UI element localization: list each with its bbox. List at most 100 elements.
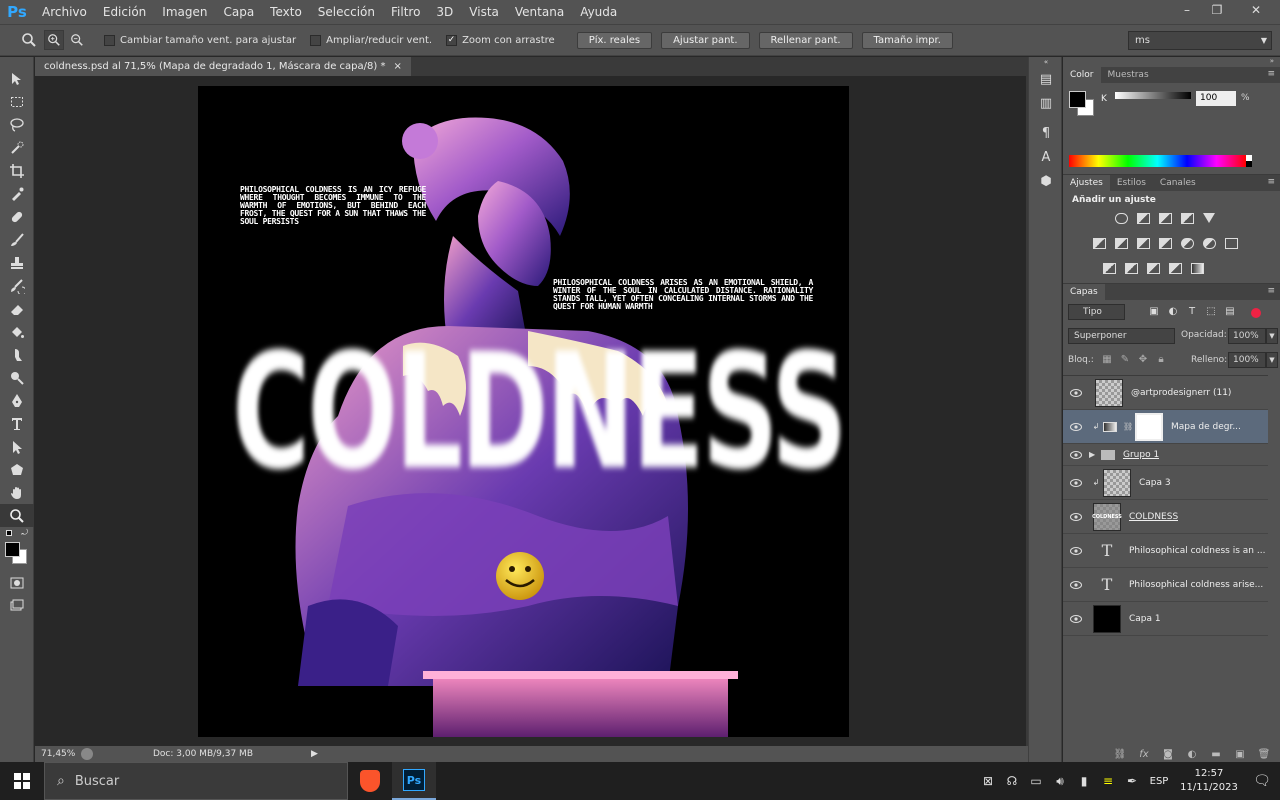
history-panel-icon[interactable]: ▤	[1029, 67, 1063, 91]
marquee-tool-icon[interactable]	[0, 90, 34, 113]
panel-menu-icon[interactable]: ≡	[1267, 69, 1275, 79]
actual-pixels-button[interactable]: Píx. reales	[576, 31, 653, 49]
menu-imagen[interactable]: Imagen	[154, 0, 215, 24]
disclosure-triangle-icon[interactable]: ▶	[1089, 450, 1097, 459]
channel-mixer-icon[interactable]	[1199, 236, 1219, 250]
taskbar-search[interactable]: ⌕ Buscar	[44, 762, 348, 800]
zoom-tool-preset-icon[interactable]	[14, 29, 44, 51]
filter-toggle-icon[interactable]	[1251, 308, 1261, 318]
status-info-icon[interactable]	[81, 748, 93, 760]
pen-icon[interactable]: ✒︎	[1120, 762, 1144, 800]
layer-name[interactable]: Capa 3	[1139, 478, 1171, 488]
menu-ventana[interactable]: Ventana	[507, 0, 572, 24]
properties-panel-icon[interactable]: ▥	[1029, 91, 1063, 115]
clone-stamp-tool-icon[interactable]	[0, 251, 34, 274]
invert-icon[interactable]	[1099, 261, 1119, 275]
tab-layers[interactable]: Capas	[1063, 284, 1105, 300]
eyedropper-tool-icon[interactable]	[0, 182, 34, 205]
menu-texto[interactable]: Texto	[262, 0, 310, 24]
notification-center-icon[interactable]: 🗨︎	[1244, 773, 1280, 789]
eye-icon[interactable]	[1063, 422, 1089, 431]
brush-tool-icon[interactable]	[0, 228, 34, 251]
curves-icon[interactable]	[1155, 211, 1175, 225]
swap-colors-icon[interactable]: ⤾	[21, 528, 28, 538]
tab-swatches[interactable]: Muestras	[1101, 67, 1156, 83]
fit-screen-button[interactable]: Ajustar pant.	[661, 31, 750, 49]
menu-ayuda[interactable]: Ayuda	[572, 0, 625, 24]
taskbar-brave-button[interactable]	[348, 762, 392, 800]
layer-row[interactable]: @artprodesignerr (11)	[1063, 376, 1268, 410]
eye-icon[interactable]	[1063, 580, 1089, 589]
pen-tool-icon[interactable]	[0, 389, 34, 412]
eraser-tool-icon[interactable]	[0, 297, 34, 320]
tab-styles[interactable]: Estilos	[1110, 175, 1153, 191]
layer-name[interactable]: @artprodesignerr (11)	[1131, 388, 1231, 398]
layer-row[interactable]: ↲ ⛓︎ Mapa de degr...	[1063, 410, 1268, 444]
k-channel-input[interactable]: 100	[1196, 91, 1236, 106]
tab-adjustments[interactable]: Ajustes	[1063, 175, 1110, 191]
dodge-tool-icon[interactable]	[0, 366, 34, 389]
history-brush-tool-icon[interactable]	[0, 274, 34, 297]
default-colors-icon[interactable]	[6, 530, 12, 536]
filter-adjustment-icon[interactable]: ◐	[1167, 306, 1179, 318]
close-icon[interactable]: ×	[393, 57, 401, 76]
character-panel-icon[interactable]: A	[1029, 145, 1063, 169]
quick-mask-icon[interactable]	[0, 571, 34, 594]
gradient-map-icon[interactable]	[1187, 261, 1207, 275]
print-size-button[interactable]: Tamaño impr.	[861, 31, 953, 49]
panels-collapse-icon[interactable]: »	[1270, 57, 1274, 65]
opacity-input[interactable]: 100%	[1228, 328, 1266, 344]
tray-sync-icon[interactable]: ☊	[1000, 762, 1024, 800]
lock-all-icon[interactable]: 🔒︎	[1155, 354, 1167, 366]
menu-3d[interactable]: 3D	[428, 0, 461, 24]
photo-filter-icon[interactable]	[1177, 236, 1197, 250]
link-layers-icon[interactable]: ⛓︎	[1112, 749, 1128, 761]
add-mask-icon[interactable]: ◙	[1160, 749, 1176, 761]
fill-input[interactable]: 100%	[1228, 352, 1266, 368]
zoom-in-icon[interactable]	[44, 30, 64, 50]
layer-style-icon[interactable]: fx	[1136, 749, 1152, 761]
hue-saturation-icon[interactable]	[1111, 236, 1131, 250]
exposure-icon[interactable]	[1177, 211, 1197, 225]
eye-icon[interactable]	[1063, 546, 1089, 555]
layer-name[interactable]: Philosophical coldness arise...	[1129, 580, 1263, 590]
network-icon[interactable]: ▭	[1024, 762, 1048, 800]
lock-position-icon[interactable]: ✥	[1137, 354, 1149, 366]
selective-color-icon[interactable]	[1165, 261, 1185, 275]
type-tool-icon[interactable]	[0, 412, 34, 435]
mask-link-icon[interactable]: ⛓︎	[1123, 422, 1133, 431]
workspace-select[interactable]: ms ▼	[1128, 31, 1272, 50]
menu-capa[interactable]: Capa	[215, 0, 262, 24]
eye-icon[interactable]	[1063, 388, 1089, 397]
layer-name[interactable]: Capa 1	[1129, 614, 1161, 624]
document-tab[interactable]: coldness.psd al 71,5% (Mapa de degradado…	[35, 57, 411, 76]
vibrance-icon[interactable]	[1089, 236, 1109, 250]
filter-shape-icon[interactable]: ⬚	[1205, 306, 1217, 318]
eye-icon[interactable]	[1063, 450, 1089, 459]
system-clock[interactable]: 12:57 11/11/2023	[1174, 767, 1244, 795]
brightness-contrast-icon[interactable]	[1111, 211, 1131, 225]
dock-collapse-icon[interactable]: «	[1029, 57, 1063, 67]
close-window-button[interactable]: ✕	[1232, 0, 1280, 20]
input-language[interactable]: ESP	[1144, 776, 1174, 787]
resize-windows-checkbox[interactable]: Cambiar tamaño vent. para ajustar	[104, 34, 296, 46]
filter-smart-object-icon[interactable]: ▤	[1224, 306, 1236, 318]
lock-transparent-icon[interactable]: ▦	[1101, 354, 1113, 366]
filter-type-icon[interactable]: T	[1186, 306, 1198, 318]
posterize-icon[interactable]	[1121, 261, 1141, 275]
zoom-out-icon[interactable]	[67, 30, 87, 50]
layer-mask-thumbnail[interactable]	[1135, 412, 1163, 441]
k-channel-slider[interactable]	[1115, 92, 1191, 99]
layer-name[interactable]: Mapa de degr...	[1171, 422, 1241, 432]
toolbar-grip[interactable]	[0, 57, 34, 67]
tab-channels[interactable]: Canales	[1153, 175, 1203, 191]
3d-panel-icon[interactable]: ⬢	[1029, 169, 1063, 193]
tab-color[interactable]: Color	[1063, 67, 1101, 83]
canvas-area[interactable]: COLDNESS PHILOSOPHICAL COLDNESS IS AN IC…	[35, 76, 1026, 746]
path-selection-tool-icon[interactable]	[0, 435, 34, 458]
new-layer-icon[interactable]: ▣	[1232, 749, 1248, 761]
levels-icon[interactable]	[1133, 211, 1153, 225]
screen-mode-icon[interactable]	[0, 594, 34, 617]
foreground-color-swatch[interactable]	[1069, 91, 1086, 108]
layer-row[interactable]: ↲ Capa 3	[1063, 466, 1268, 500]
